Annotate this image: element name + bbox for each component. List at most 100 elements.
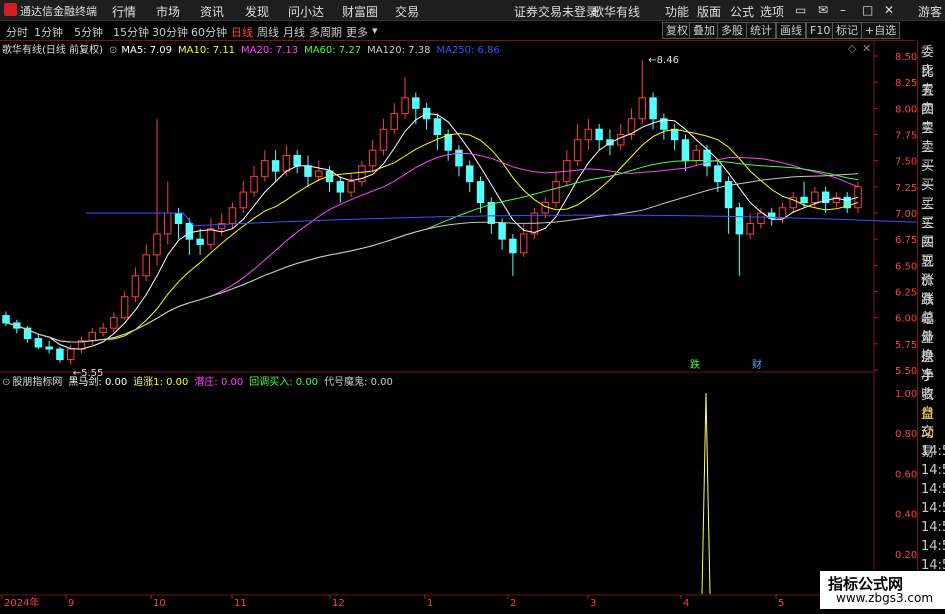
candle-body xyxy=(746,222,754,235)
candle-body xyxy=(466,165,474,183)
candle-body xyxy=(228,207,237,224)
candle-body xyxy=(66,348,75,361)
candle-body xyxy=(498,222,506,240)
indicator-tick-label-1: 0.80 xyxy=(895,429,917,440)
price-tick-label-12: 5.50 xyxy=(895,366,917,377)
high-annotation: ←8.46 xyxy=(648,55,679,66)
candle-body xyxy=(379,128,388,151)
candle-body xyxy=(88,331,97,342)
candle-body xyxy=(714,165,722,183)
candle-body xyxy=(412,97,420,109)
time-tick-label-9: 5 xyxy=(778,598,784,609)
side-label-23: 14:56 xyxy=(921,482,945,497)
side-label-25: 14:56 xyxy=(921,520,945,535)
watermark-url: www.zbgs3.com xyxy=(836,591,934,605)
candle-body xyxy=(487,202,496,224)
side-label-24: 14:56 xyxy=(921,501,945,516)
candle-body xyxy=(239,191,248,209)
kline-chart[interactable]: 8.50 8.25 8.00 7.75 7.50 7.25 7.00 6.75 6.50 6.25… xyxy=(0,0,945,609)
candle-body xyxy=(509,238,517,254)
side-label-22: 14:56 xyxy=(921,463,945,478)
candle-body xyxy=(595,128,603,141)
price-tick-label-11: 5.75 xyxy=(895,340,917,351)
side-label-26: 14:56 xyxy=(921,539,945,554)
price-tick-label-4: 7.50 xyxy=(895,157,917,168)
candle-body xyxy=(476,181,485,204)
candle-body xyxy=(196,238,204,245)
candle-body xyxy=(315,170,323,177)
candle-body xyxy=(2,315,10,324)
candle-body xyxy=(282,154,291,172)
candle-body xyxy=(401,97,409,115)
candle-body xyxy=(34,338,43,348)
event-mark-finance: 财 xyxy=(752,358,762,371)
candle-body xyxy=(45,346,53,350)
watermark: 指标公式网 www.zbgs3.com xyxy=(820,571,945,609)
candle-body xyxy=(153,233,161,256)
time-tick-label-7: 3 xyxy=(590,598,596,609)
indicator-tick-label-2: 0.60 xyxy=(895,469,917,480)
time-tick-label-8: 4 xyxy=(683,598,689,609)
candle-body xyxy=(271,160,280,172)
candle-body xyxy=(800,196,808,204)
candle-body xyxy=(670,128,679,141)
candle-body xyxy=(207,228,215,245)
low-annotation: ←5.55 xyxy=(73,368,104,379)
price-tick-label-10: 6.00 xyxy=(895,314,917,325)
candle-body xyxy=(444,134,452,151)
candle-body xyxy=(735,207,744,235)
candle-body xyxy=(638,97,647,120)
candle-body xyxy=(649,97,657,120)
candle-body xyxy=(250,175,258,193)
candle-body xyxy=(110,317,118,329)
candle-body xyxy=(336,181,345,193)
candle-body xyxy=(131,275,140,298)
price-tick-label-7: 6.75 xyxy=(895,235,917,246)
price-tick-label-2: 8.00 xyxy=(895,104,917,115)
candle-body xyxy=(142,254,150,277)
candle-body xyxy=(552,181,560,204)
price-tick-label-1: 8.25 xyxy=(895,78,917,89)
candle-body xyxy=(390,113,398,130)
time-tick-label-1: 9 xyxy=(68,598,74,609)
candle-body xyxy=(778,207,787,219)
candle-body xyxy=(433,118,442,136)
candle-body xyxy=(56,348,64,361)
quote-side-panel: 委比 卖五 卖四 卖三 卖二 卖一 买一 买二 买三 买四 买五 现价 涨跌 涨幅 总量 外盘 换手 净资 收益 自动… xyxy=(917,41,945,611)
side-label-21: 14:56 xyxy=(921,444,945,459)
time-tick-label-3: 11 xyxy=(234,598,247,609)
event-mark-drop: 跌 xyxy=(690,358,700,371)
time-tick-label-0: 2024年 xyxy=(4,596,39,609)
indicator-spike xyxy=(701,392,711,595)
candle-body xyxy=(854,186,862,209)
candle-body xyxy=(573,139,582,162)
candle-body xyxy=(293,154,301,167)
time-tick-label-6: 2 xyxy=(510,598,516,609)
time-tick-label-5: 1 xyxy=(427,598,433,609)
price-tick-label-3: 7.75 xyxy=(895,131,917,142)
indicator-tick-label-0: 1.00 xyxy=(895,389,917,400)
candle-body xyxy=(261,160,269,177)
candle-body xyxy=(120,296,129,319)
candle-body xyxy=(185,222,194,240)
candle-body xyxy=(541,202,549,214)
indicator-tick-label-3: 0.40 xyxy=(895,510,917,521)
candle-body xyxy=(368,149,377,167)
candle-body xyxy=(811,191,819,204)
candle-body xyxy=(584,128,593,141)
candle-body xyxy=(347,181,355,193)
candle-body xyxy=(757,212,765,224)
candle-body xyxy=(99,327,107,333)
candle-body xyxy=(455,149,463,167)
price-tick-label-9: 6.25 xyxy=(895,288,917,299)
price-tick-label-0: 8.50 xyxy=(895,52,917,63)
price-tick-label-5: 7.25 xyxy=(895,183,917,194)
indicator-tick-label-4: 0.20 xyxy=(895,550,917,561)
time-tick-label-2: 10 xyxy=(153,598,166,609)
candle-body xyxy=(616,134,625,146)
candle-body xyxy=(519,233,528,254)
ma10-line xyxy=(5,128,859,343)
candle-body xyxy=(681,139,690,162)
time-tick-label-4: 12 xyxy=(332,598,345,609)
candle-body xyxy=(304,165,312,177)
